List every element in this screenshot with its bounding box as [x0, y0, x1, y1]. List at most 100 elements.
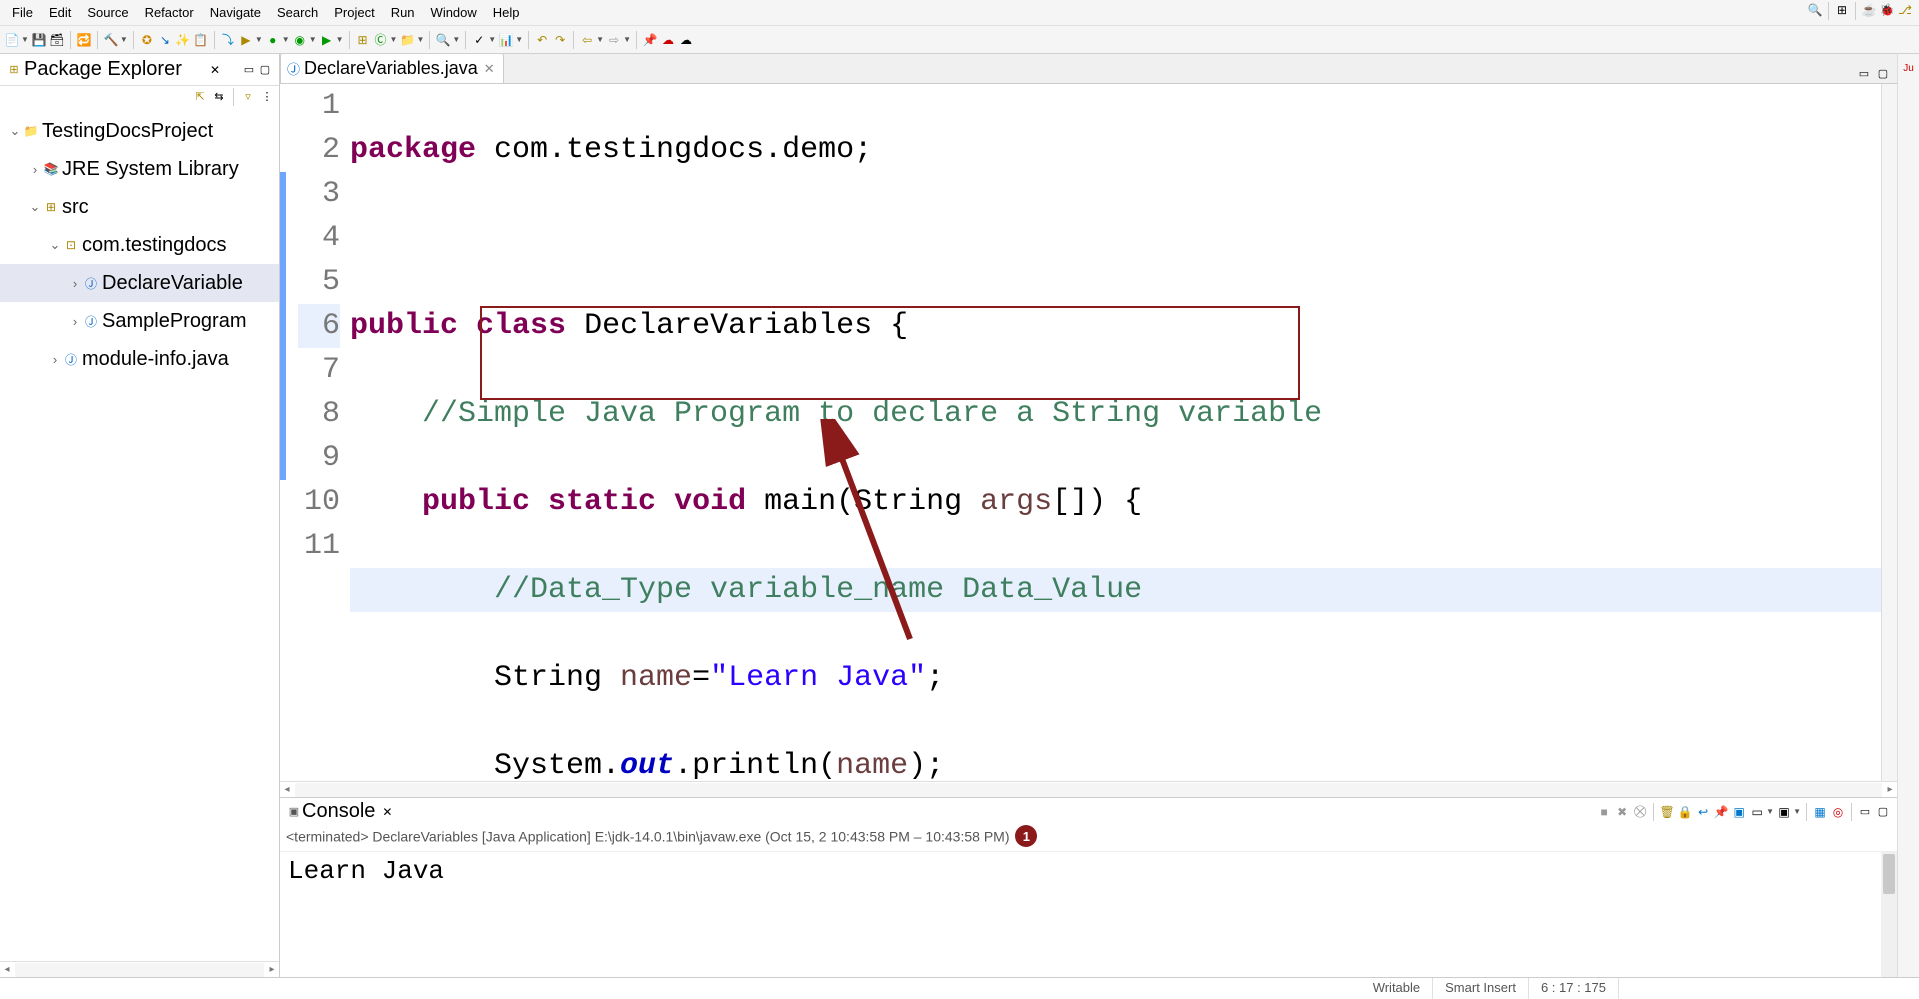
maximize-icon[interactable]: ▢ — [1875, 804, 1891, 820]
minimize-icon[interactable]: ▭ — [1857, 804, 1873, 820]
dropdown-icon[interactable]: ▼ — [336, 35, 344, 44]
menu-project[interactable]: Project — [326, 2, 382, 23]
coverage-icon[interactable]: ◉ — [292, 32, 308, 48]
scroll-right-icon[interactable]: ▸ — [265, 964, 279, 975]
dropdown-icon[interactable]: ▼ — [255, 35, 263, 44]
scroll-right-icon[interactable]: ▸ — [1883, 784, 1897, 795]
menu-refactor[interactable]: Refactor — [137, 2, 202, 23]
expand-icon[interactable]: ⌄ — [48, 237, 62, 253]
cloud-icon[interactable]: ☁ — [660, 32, 676, 48]
debug-persp-icon[interactable]: 🐞 — [1879, 2, 1895, 18]
tree-package[interactable]: ⌄ ⊡ com.testingdocs — [0, 226, 279, 264]
java-persp-icon[interactable]: ☕ — [1861, 2, 1877, 18]
open-persp-icon[interactable]: ⊞ — [1834, 2, 1850, 18]
new-class-icon[interactable]: Ⓒ — [373, 32, 389, 48]
tree-project[interactable]: ⌄ 📁 TestingDocsProject — [0, 112, 279, 150]
git-persp-icon[interactable]: ⎇ — [1897, 2, 1913, 18]
new-folder-icon[interactable]: 📁 — [399, 32, 415, 48]
close-tab-icon[interactable]: ✕ — [482, 61, 495, 77]
console-v-scrollbar[interactable] — [1881, 852, 1897, 977]
package-tree[interactable]: ⌄ 📁 TestingDocsProject › 📚 JRE System Li… — [0, 108, 279, 961]
back-icon[interactable]: ⇦ — [579, 32, 595, 48]
editor-h-scrollbar[interactable]: ◂ ▸ — [280, 781, 1897, 797]
minimize-icon[interactable]: ▭ — [241, 62, 257, 78]
tree-jre[interactable]: › 📚 JRE System Library — [0, 150, 279, 188]
task-icon[interactable]: ✓ — [471, 32, 487, 48]
new-pkg-icon[interactable]: ⊞ — [355, 32, 371, 48]
dropdown-icon[interactable]: ▼ — [309, 35, 317, 44]
menu-edit[interactable]: Edit — [41, 2, 79, 23]
menu-window[interactable]: Window — [423, 2, 485, 23]
save-icon[interactable]: 💾 — [31, 32, 47, 48]
open-console-icon[interactable]: ▭ — [1749, 804, 1765, 820]
pin-console-icon[interactable]: 📌 — [1713, 804, 1729, 820]
minimize-icon[interactable]: ▭ — [1856, 65, 1872, 81]
dropdown-icon[interactable]: ▼ — [390, 35, 398, 44]
menu-help[interactable]: Help — [485, 2, 528, 23]
dropdown-icon[interactable]: ▼ — [452, 35, 460, 44]
run-last-icon[interactable]: ▶ — [319, 32, 335, 48]
junit-icon[interactable]: Ju — [1901, 60, 1917, 76]
terminate-icon[interactable]: ■ — [1596, 804, 1612, 820]
dropdown-icon[interactable]: ▼ — [1793, 807, 1801, 816]
new-console-icon[interactable]: ▣ — [1776, 804, 1792, 820]
expand-icon[interactable]: › — [68, 314, 82, 329]
step-icon[interactable]: ⤵ — [220, 32, 236, 48]
con2-icon[interactable]: ◎ — [1830, 804, 1846, 820]
overview-ruler[interactable] — [1881, 84, 1897, 781]
debug-skip-icon[interactable]: ✪ — [139, 32, 155, 48]
dropdown-icon[interactable]: ▼ — [282, 35, 290, 44]
new-icon[interactable]: 📄 — [4, 32, 20, 48]
build-icon[interactable]: 🔨 — [103, 32, 119, 48]
view-close-icon[interactable]: ✕ — [207, 62, 223, 78]
word-wrap-icon[interactable]: ↩ — [1695, 804, 1711, 820]
expand-icon[interactable]: › — [68, 276, 82, 291]
pin-icon[interactable]: 📌 — [642, 32, 658, 48]
expand-icon[interactable]: › — [28, 162, 42, 177]
scroll-left-icon[interactable]: ◂ — [0, 964, 14, 975]
switch-icon[interactable]: 🔁 — [76, 32, 92, 48]
link-editor-icon[interactable]: ⇆ — [211, 88, 227, 104]
expand-icon[interactable]: ⌄ — [28, 199, 42, 215]
collapse-all-icon[interactable]: ⇱ — [192, 88, 208, 104]
dropdown-icon[interactable]: ▼ — [488, 35, 496, 44]
dropdown-icon[interactable]: ▼ — [120, 35, 128, 44]
dropdown-icon[interactable]: ▼ — [21, 35, 29, 44]
dropdown-icon[interactable]: ▼ — [623, 35, 631, 44]
scroll-left-icon[interactable]: ◂ — [280, 784, 294, 795]
console-output[interactable]: Learn Java — [280, 852, 1897, 977]
display-icon[interactable]: ▣ — [1731, 804, 1747, 820]
show-icon[interactable]: ▦ — [1812, 804, 1828, 820]
save-all-icon[interactable]: 🗃 — [49, 32, 65, 48]
menu-source[interactable]: Source — [79, 2, 136, 23]
maximize-icon[interactable]: ▢ — [1875, 65, 1891, 81]
fwd-icon[interactable]: ⇨ — [606, 32, 622, 48]
expand-icon[interactable]: ⌄ — [8, 123, 22, 139]
pointer-icon[interactable]: ↘ — [157, 32, 173, 48]
doc-icon[interactable]: 📋 — [193, 32, 209, 48]
menu-run[interactable]: Run — [383, 2, 423, 23]
code-content[interactable]: package com.testingdocs.demo; public cla… — [350, 84, 1881, 781]
next-edit-icon[interactable]: ↷ — [552, 32, 568, 48]
expand-icon[interactable]: › — [48, 352, 62, 367]
filter-icon[interactable]: ▿ — [240, 88, 256, 104]
report-icon[interactable]: 📊 — [498, 32, 514, 48]
editor-tab-active[interactable]: Ⓙ DeclareVariables.java ✕ — [280, 54, 504, 83]
quick-access-icon[interactable]: 🔍 — [1807, 2, 1823, 18]
view-close-icon[interactable]: ✕ — [379, 804, 395, 820]
resume-icon[interactable]: ▶ — [238, 32, 254, 48]
dropdown-icon[interactable]: ▼ — [515, 35, 523, 44]
scroll-lock-icon[interactable]: 🔒 — [1677, 804, 1693, 820]
maximize-icon[interactable]: ▢ — [257, 62, 273, 78]
view-menu-icon[interactable]: ⋮ — [259, 88, 275, 104]
remove-all-icon[interactable]: ⛒ — [1632, 804, 1648, 820]
dropdown-icon[interactable]: ▼ — [1766, 807, 1774, 816]
tree-module-info[interactable]: › Ⓙ module-info.java — [0, 340, 279, 378]
tree-src[interactable]: ⌄ ⊞ src — [0, 188, 279, 226]
code-editor[interactable]: 1 2 3 4 5 6 7 8 9 10 11 package com.test… — [280, 84, 1897, 781]
dropdown-icon[interactable]: ▼ — [596, 35, 604, 44]
prev-edit-icon[interactable]: ↶ — [534, 32, 550, 48]
tree-file-sample[interactable]: › Ⓙ SampleProgram — [0, 302, 279, 340]
run-icon[interactable]: ● — [265, 32, 281, 48]
tree-file-declare[interactable]: › Ⓙ DeclareVariable — [0, 264, 279, 302]
